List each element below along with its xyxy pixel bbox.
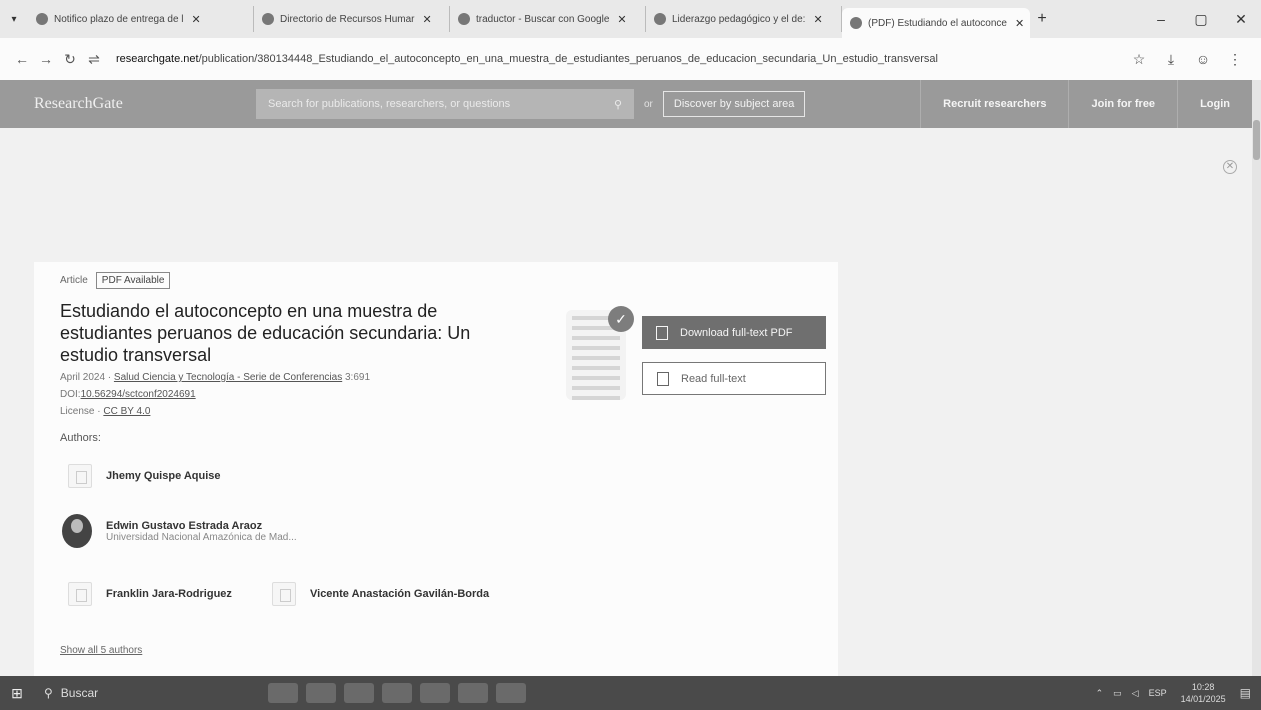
article-title: Estudiando el autoconcepto en una muestr… xyxy=(60,301,471,365)
site-icon xyxy=(262,13,274,25)
author-item[interactable]: Jhemy Quispe Aquise xyxy=(68,464,221,488)
researchgate-icon xyxy=(850,17,862,29)
download-icon[interactable]: ⤓ xyxy=(1155,51,1187,68)
address-bar: ← → ↻ ⇌ researchgate.net/publication/380… xyxy=(0,38,1261,80)
site-icon xyxy=(654,13,666,25)
windows-start-icon[interactable]: ⊞ xyxy=(0,676,34,710)
researchgate-header: ResearchGate Search for publications, re… xyxy=(0,80,1252,128)
login-link[interactable]: Login xyxy=(1177,80,1252,128)
app-icon[interactable] xyxy=(496,683,526,703)
tab-list-chevron-icon[interactable]: ▾ xyxy=(0,14,28,25)
browser-tab[interactable]: Liderazgo pedagógico y el de: ✕ xyxy=(646,6,842,32)
author-avatar xyxy=(62,514,92,548)
author-placeholder-icon xyxy=(68,582,92,606)
notifications-icon[interactable]: ▤ xyxy=(1240,686,1251,700)
windows-taskbar: ⊞ ⚲ Buscar ⌃ ▭ ◁ ESP 10:28 14/01/2025 ▤ xyxy=(0,676,1261,710)
author-name[interactable]: Jhemy Quispe Aquise xyxy=(106,470,221,482)
journal-link[interactable]: Salud Ciencia y Tecnología - Serie de Co… xyxy=(114,372,342,383)
show-all-authors-link[interactable]: Show all 5 authors xyxy=(60,645,142,656)
search-icon[interactable]: ⚲ xyxy=(614,98,622,111)
download-file-icon xyxy=(656,325,668,340)
author-item[interactable]: Vicente Anastación Gavilán-Borda xyxy=(272,582,489,606)
minimize-icon[interactable]: – xyxy=(1141,11,1181,27)
volume-icon[interactable]: ◁ xyxy=(1132,688,1139,699)
page-scrollbar[interactable] xyxy=(1252,80,1261,676)
chrome-icon[interactable] xyxy=(420,683,450,703)
clock[interactable]: 10:28 14/01/2025 xyxy=(1181,681,1226,705)
close-ad-icon[interactable]: ✕ xyxy=(1223,160,1237,174)
article-license: License · CC BY 4.0 xyxy=(60,406,151,417)
article-badges: Article PDF Available xyxy=(60,272,171,289)
window-controls: – ▢ ✕ xyxy=(1141,0,1261,38)
google-icon xyxy=(458,13,470,25)
author-name[interactable]: Vicente Anastación Gavilán-Borda xyxy=(310,588,489,600)
download-pdf-button[interactable]: Download full-text PDF xyxy=(642,316,826,349)
bookmark-star-icon[interactable]: ☆ xyxy=(1123,51,1155,68)
close-tab-icon[interactable]: ✕ xyxy=(423,13,432,26)
browser-tab-active[interactable]: (PDF) Estudiando el autoconce ✕ xyxy=(842,8,1030,38)
close-window-icon[interactable]: ✕ xyxy=(1221,11,1261,28)
or-label: or xyxy=(644,98,653,110)
browser-toolbar: ☆ ⤓ ☺ ⋮ xyxy=(1123,38,1251,80)
browser-tab[interactable]: Directorio de Recursos Humar ✕ xyxy=(254,6,450,32)
recruit-link[interactable]: Recruit researchers xyxy=(920,80,1068,128)
menu-icon[interactable]: ⋮ xyxy=(1219,51,1251,68)
app-icon[interactable] xyxy=(344,683,374,703)
url-field[interactable]: researchgate.net/publication/380134448_E… xyxy=(116,53,1016,65)
search-icon: ⚲ xyxy=(44,686,53,700)
back-arrow-icon[interactable]: ← xyxy=(10,51,34,67)
article-date-journal: April 2024 · Salud Ciencia y Tecnología … xyxy=(60,372,371,383)
author-placeholder-icon xyxy=(68,464,92,488)
browser-tab[interactable]: Notifico plazo de entrega de l ✕ xyxy=(28,6,254,32)
discover-button[interactable]: Discover by subject area xyxy=(662,91,806,117)
author-name[interactable]: Edwin Gustavo Estrada Araoz xyxy=(106,520,297,532)
article-type: Article xyxy=(60,275,88,286)
header-links: Recruit researchers Join for free Login xyxy=(920,80,1252,128)
browser-tab[interactable]: traductor - Buscar con Google ✕ xyxy=(450,6,646,32)
new-tab-icon[interactable]: + xyxy=(1030,10,1054,28)
tray-chevron-icon[interactable]: ⌃ xyxy=(1096,688,1104,699)
author-item[interactable]: Franklin Jara-Rodriguez xyxy=(68,582,232,606)
author-name[interactable]: Franklin Jara-Rodriguez xyxy=(106,588,232,600)
close-tab-icon[interactable]: ✕ xyxy=(617,13,626,26)
author-item[interactable]: Edwin Gustavo Estrada Araoz Universidad … xyxy=(62,514,297,548)
check-icon: ✓ xyxy=(608,306,634,332)
profile-icon[interactable]: ☺ xyxy=(1187,51,1219,67)
gmail-icon xyxy=(36,13,48,25)
taskbar-apps xyxy=(264,683,530,703)
forward-arrow-icon[interactable]: → xyxy=(34,51,58,67)
app-icon[interactable] xyxy=(306,683,336,703)
task-view-icon[interactable] xyxy=(268,683,298,703)
language-indicator[interactable]: ESP xyxy=(1149,688,1167,698)
maximize-icon[interactable]: ▢ xyxy=(1181,11,1221,28)
pdf-available-badge: PDF Available xyxy=(95,272,171,289)
license-link[interactable]: CC BY 4.0 xyxy=(103,406,150,417)
browser-tab-bar: ▾ Notifico plazo de entrega de l ✕ Direct… xyxy=(0,0,1261,38)
author-placeholder-icon xyxy=(272,582,296,606)
doi-link[interactable]: 10.56294/sctconf2024691 xyxy=(81,389,196,400)
close-tab-icon[interactable]: ✕ xyxy=(813,13,822,26)
authors-label: Authors: xyxy=(60,432,101,444)
network-icon[interactable]: ▭ xyxy=(1113,688,1122,699)
article-card: Article PDF Available Estudiando el auto… xyxy=(34,262,838,682)
author-affiliation: Universidad Nacional Amazónica de Mad... xyxy=(106,531,297,543)
site-info-icon[interactable]: ⇌ xyxy=(82,51,106,68)
taskbar-search[interactable]: ⚲ Buscar xyxy=(34,676,194,710)
close-tab-icon[interactable]: ✕ xyxy=(192,13,201,26)
reload-icon[interactable]: ↻ xyxy=(58,51,82,68)
search-input[interactable]: Search for publications, researchers, or… xyxy=(256,89,634,119)
scrollbar-thumb[interactable] xyxy=(1253,120,1260,160)
read-fulltext-button[interactable]: Read full-text xyxy=(642,362,826,395)
close-tab-icon[interactable]: ✕ xyxy=(1015,17,1024,30)
chrome-icon[interactable] xyxy=(458,683,488,703)
join-link[interactable]: Join for free xyxy=(1068,80,1177,128)
file-icon xyxy=(657,371,669,386)
researchgate-logo[interactable]: ResearchGate xyxy=(34,95,256,113)
app-icon[interactable] xyxy=(382,683,412,703)
article-doi: DOI:10.56294/sctconf2024691 xyxy=(60,389,196,400)
system-tray: ⌃ ▭ ◁ ESP 10:28 14/01/2025 ▤ xyxy=(1096,676,1251,710)
